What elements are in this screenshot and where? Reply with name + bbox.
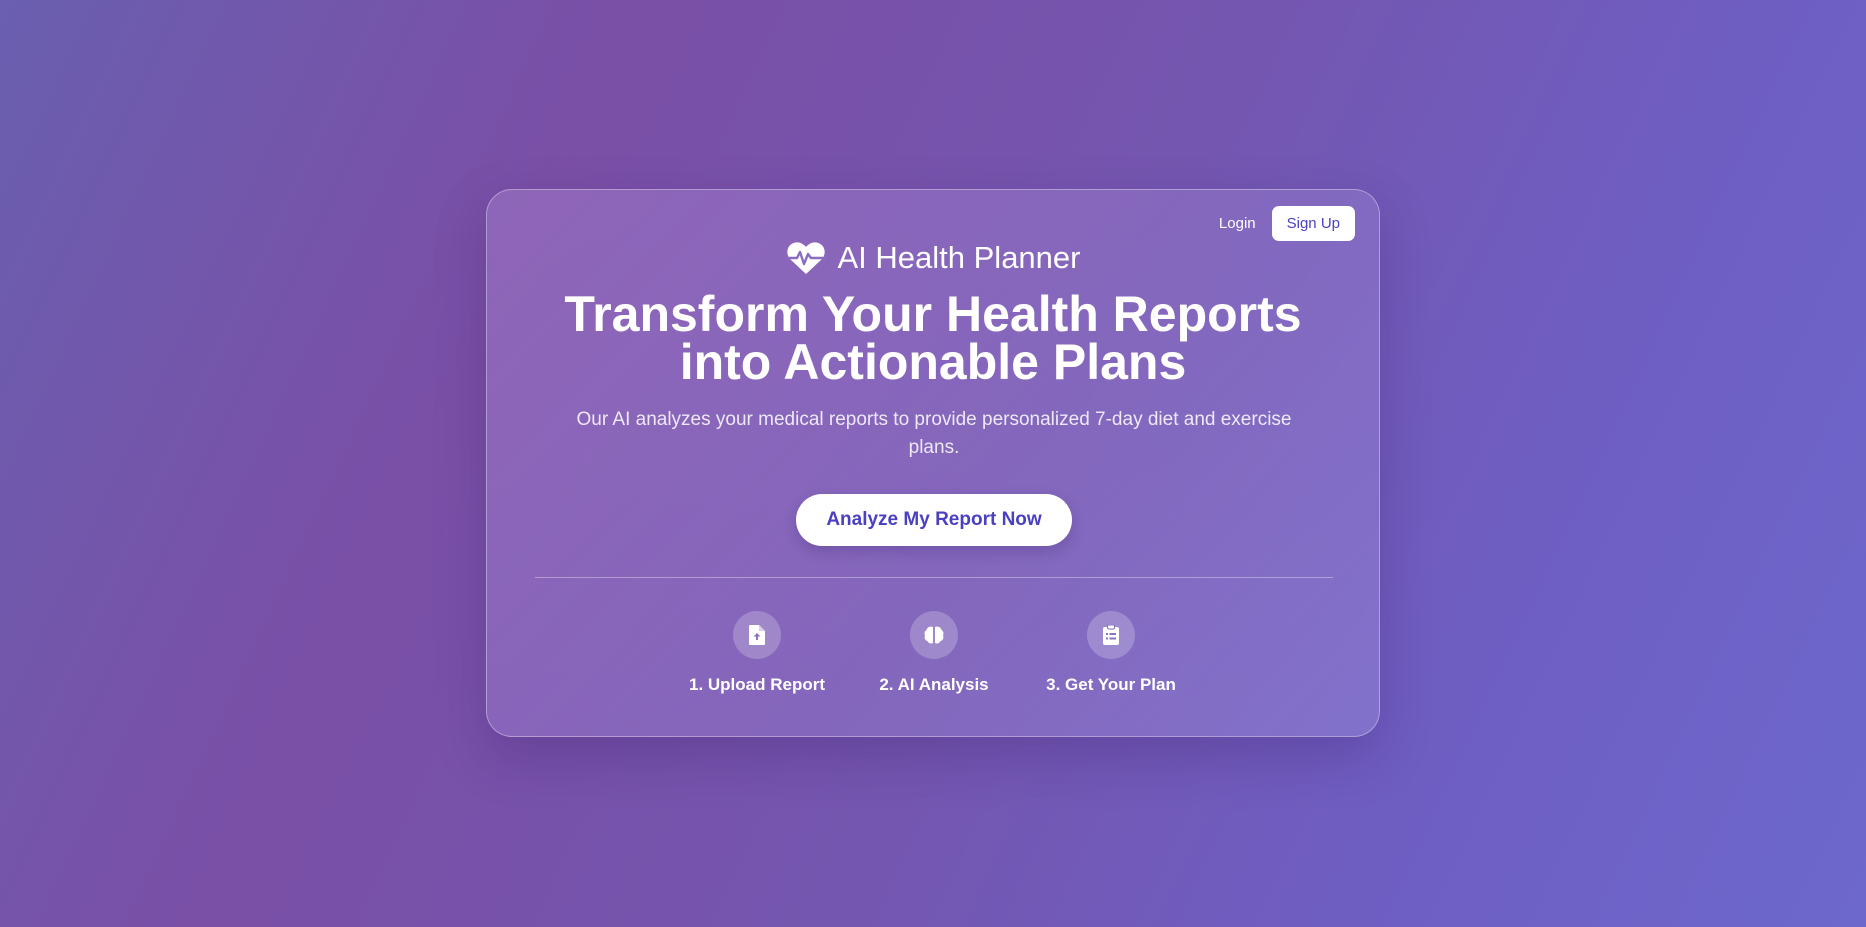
heartbeat-icon (785, 242, 826, 274)
clipboard-list-icon (1103, 625, 1119, 645)
step-label: 1. Upload Report (688, 675, 825, 694)
hero-card: Login Sign Up AI Health Planner Transfor… (486, 189, 1380, 737)
step-icon-circle (1087, 611, 1135, 659)
step-upload: 1. Upload Report (657, 611, 857, 695)
auth-links: Login Sign Up (1219, 206, 1355, 241)
divider (535, 577, 1333, 578)
step-analysis: 2. AI Analysis (834, 611, 1034, 695)
brain-icon (924, 626, 944, 644)
file-upload-icon (749, 625, 765, 645)
brand: AI Health Planner (487, 240, 1379, 276)
brand-name: AI Health Planner (837, 240, 1081, 275)
analyze-report-button[interactable]: Analyze My Report Now (796, 494, 1072, 546)
login-link[interactable]: Login (1219, 215, 1256, 232)
step-label: 3. Get Your Plan (1046, 675, 1176, 694)
hero-subtitle: Our AI analyzes your medical reports to … (576, 409, 1292, 458)
steps: 1. Upload Report 2. AI Analysis 3. Get Y… (487, 611, 1379, 694)
step-label: 2. AI Analysis (879, 675, 989, 694)
page-title: Transform Your Health Reports into Actio… (487, 289, 1379, 387)
step-icon-circle (910, 611, 958, 659)
step-icon-circle (733, 611, 781, 659)
step-plan: 3. Get Your Plan (1011, 611, 1211, 695)
signup-button[interactable]: Sign Up (1271, 206, 1355, 241)
headline-line-2: into Actionable Plans (679, 334, 1187, 390)
